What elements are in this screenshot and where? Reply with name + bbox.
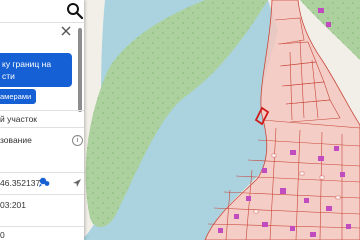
show-boundaries-button[interactable]: ку границ на сти (0, 53, 72, 87)
divider (0, 226, 84, 227)
info-panel: ку границ на сти амерами й участок зован… (0, 0, 84, 240)
search-icon[interactable] (66, 2, 84, 20)
divider (0, 194, 84, 195)
area-value: 03:201 (0, 200, 26, 210)
panel-header (0, 26, 84, 40)
divider (0, 172, 84, 173)
divider (0, 127, 84, 128)
bottom-value: 0 (0, 230, 5, 240)
scrollbar[interactable] (78, 28, 82, 112)
search-bar[interactable] (0, 0, 84, 22)
coordinate-value: 46.352137 (0, 178, 41, 188)
usage-field: зование (0, 135, 32, 145)
parcel-type: й участок (0, 114, 38, 124)
divider (0, 22, 84, 23)
close-icon[interactable] (60, 25, 72, 37)
cameras-button[interactable]: амерами (0, 89, 36, 104)
navigate-icon[interactable] (72, 178, 82, 188)
button-label-line2: сти (2, 71, 15, 81)
chat-bubble-icon[interactable] (38, 176, 50, 188)
divider (0, 110, 84, 111)
button-label-line1: ку границ на (2, 59, 52, 69)
info-icon[interactable]: i (72, 135, 83, 146)
